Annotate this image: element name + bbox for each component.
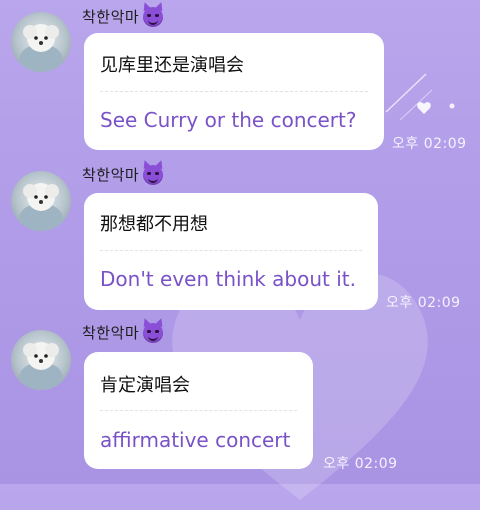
sender-label: 착한악마	[82, 8, 140, 26]
message-bubble[interactable]: 肯定演唱会 affirmative concert	[84, 352, 313, 469]
sender-name: 착한악마	[82, 164, 164, 185]
original-text: 那想都不用想	[100, 214, 208, 235]
message-bubble[interactable]: 见库里还是演唱会 See Curry or the concert?	[84, 33, 384, 150]
sender-name: 착한악마	[82, 6, 164, 27]
timestamp: 오후 02:09	[323, 456, 398, 472]
translated-text: affirmative concert	[100, 428, 291, 452]
timestamp: 오후 02:09	[392, 136, 467, 152]
sender-label: 착한악마	[82, 166, 140, 184]
timestamp: 오후 02:09	[386, 295, 461, 311]
devil-emoji-icon	[143, 6, 164, 27]
devil-emoji-icon	[143, 322, 164, 343]
translated-text: Don't even think about it.	[100, 267, 356, 291]
dog-avatar-icon	[19, 183, 63, 231]
message-bubble[interactable]: 那想都不用想 Don't even think about it.	[84, 193, 378, 310]
divider	[100, 410, 297, 411]
sender-label: 착한악마	[82, 324, 140, 342]
original-text: 见库里还是演唱会	[100, 55, 244, 76]
avatar[interactable]	[11, 330, 71, 390]
divider	[100, 250, 362, 251]
translated-text: See Curry or the concert?	[100, 108, 357, 132]
avatar[interactable]	[11, 171, 71, 231]
sender-name: 착한악마	[82, 322, 164, 343]
avatar[interactable]	[11, 12, 71, 72]
original-text: 肯定演唱会	[100, 375, 190, 396]
dog-avatar-icon	[19, 24, 63, 72]
devil-emoji-icon	[143, 164, 164, 185]
dog-avatar-icon	[19, 342, 63, 390]
sparkle-decoration	[385, 73, 455, 121]
divider	[100, 91, 368, 92]
